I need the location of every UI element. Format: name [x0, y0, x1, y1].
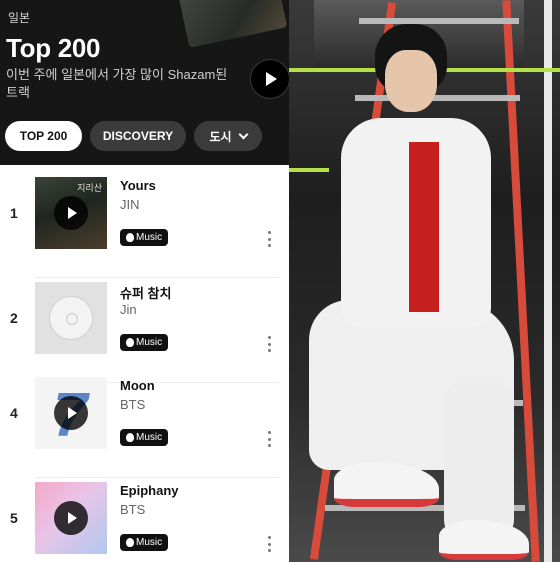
play-track-button[interactable]	[54, 396, 88, 430]
play-track-button[interactable]	[54, 501, 88, 535]
album-art-text: 지리산	[77, 183, 102, 193]
track-artist[interactable]: BTS	[120, 397, 145, 412]
person-face	[385, 50, 437, 112]
header-artwork	[178, 0, 288, 48]
filter-top200[interactable]: TOP 200	[5, 121, 82, 151]
track-artist[interactable]: BTS	[120, 502, 145, 517]
more-vertical-icon	[268, 336, 271, 339]
apple-logo-icon	[126, 233, 134, 242]
track-row[interactable]: 5 Epiphany BTS Music	[0, 478, 289, 562]
service-label: Music	[136, 537, 163, 548]
ladder-rung	[355, 95, 520, 101]
ladder-rung	[359, 18, 519, 24]
album-art[interactable]	[35, 482, 107, 554]
accent-bar	[289, 168, 329, 172]
play-icon	[68, 512, 77, 524]
play-icon	[68, 407, 77, 419]
filter-label: DISCOVERY	[102, 129, 174, 143]
apple-music-badge[interactable]: Music	[120, 334, 169, 351]
track-row[interactable]: 1 지리산 Yours JIN Music	[0, 173, 289, 278]
country-label: 일본	[8, 11, 31, 25]
track-rank: 2	[10, 310, 18, 326]
filter-label: TOP 200	[19, 129, 68, 143]
service-label: Music	[136, 432, 163, 443]
track-rank: 4	[10, 405, 18, 421]
filter-city-dropdown[interactable]: 도시	[194, 121, 262, 151]
play-icon	[266, 72, 277, 86]
filter-discovery[interactable]: DISCOVERY	[90, 121, 186, 151]
apple-music-badge[interactable]: Music	[120, 534, 169, 551]
track-artist[interactable]: JIN	[120, 197, 140, 212]
chart-panel: 일본 Top 200 이번 주에 일본에서 가장 많이 Shazam된 트랙 T…	[0, 0, 289, 562]
apple-logo-icon	[126, 433, 134, 442]
service-label: Music	[136, 337, 163, 348]
disc-icon	[49, 296, 93, 340]
track-artist[interactable]: Jin	[120, 302, 137, 317]
album-art[interactable]: 7	[35, 377, 107, 449]
page-title: Top 200	[6, 33, 101, 63]
filter-label: 도시	[209, 129, 232, 144]
person-leg	[444, 380, 514, 540]
more-options-button[interactable]	[267, 336, 272, 352]
track-rank: 1	[10, 205, 18, 221]
play-track-button[interactable]	[54, 196, 88, 230]
apple-music-badge[interactable]: Music	[120, 429, 169, 446]
chart-header: 일본 Top 200 이번 주에 일본에서 가장 많이 Shazam된 트랙 T…	[0, 0, 289, 165]
more-options-button[interactable]	[267, 536, 272, 552]
person-shoe	[439, 520, 529, 560]
more-vertical-icon	[268, 431, 271, 434]
track-title[interactable]: Moon	[120, 378, 155, 393]
chevron-down-icon	[238, 129, 248, 139]
more-vertical-icon	[268, 536, 271, 539]
apple-logo-icon	[126, 538, 134, 547]
track-title[interactable]: 슈퍼 참치	[120, 283, 171, 302]
track-title[interactable]: Epiphany	[120, 483, 179, 498]
apple-logo-icon	[126, 338, 134, 347]
album-art-placeholder[interactable]	[35, 282, 107, 354]
service-label: Music	[136, 232, 163, 243]
page-subtitle: 이번 주에 일본에서 가장 많이 Shazam된 트랙	[6, 67, 228, 100]
more-options-button[interactable]	[267, 231, 272, 247]
more-vertical-icon	[268, 231, 271, 234]
person-shirt	[409, 142, 439, 312]
artist-photo	[289, 0, 560, 562]
track-rank: 5	[10, 510, 18, 526]
play-all-button[interactable]	[250, 59, 289, 99]
ladder-rail	[544, 0, 552, 562]
play-icon	[68, 207, 77, 219]
track-row[interactable]: 4 7 Moon BTS Music	[0, 373, 289, 478]
track-row[interactable]: 2 슈퍼 참치 Jin Music	[0, 278, 289, 383]
apple-music-badge[interactable]: Music	[120, 229, 169, 246]
album-art[interactable]: 지리산	[35, 177, 107, 249]
track-title[interactable]: Yours	[120, 178, 156, 193]
more-options-button[interactable]	[267, 431, 272, 447]
